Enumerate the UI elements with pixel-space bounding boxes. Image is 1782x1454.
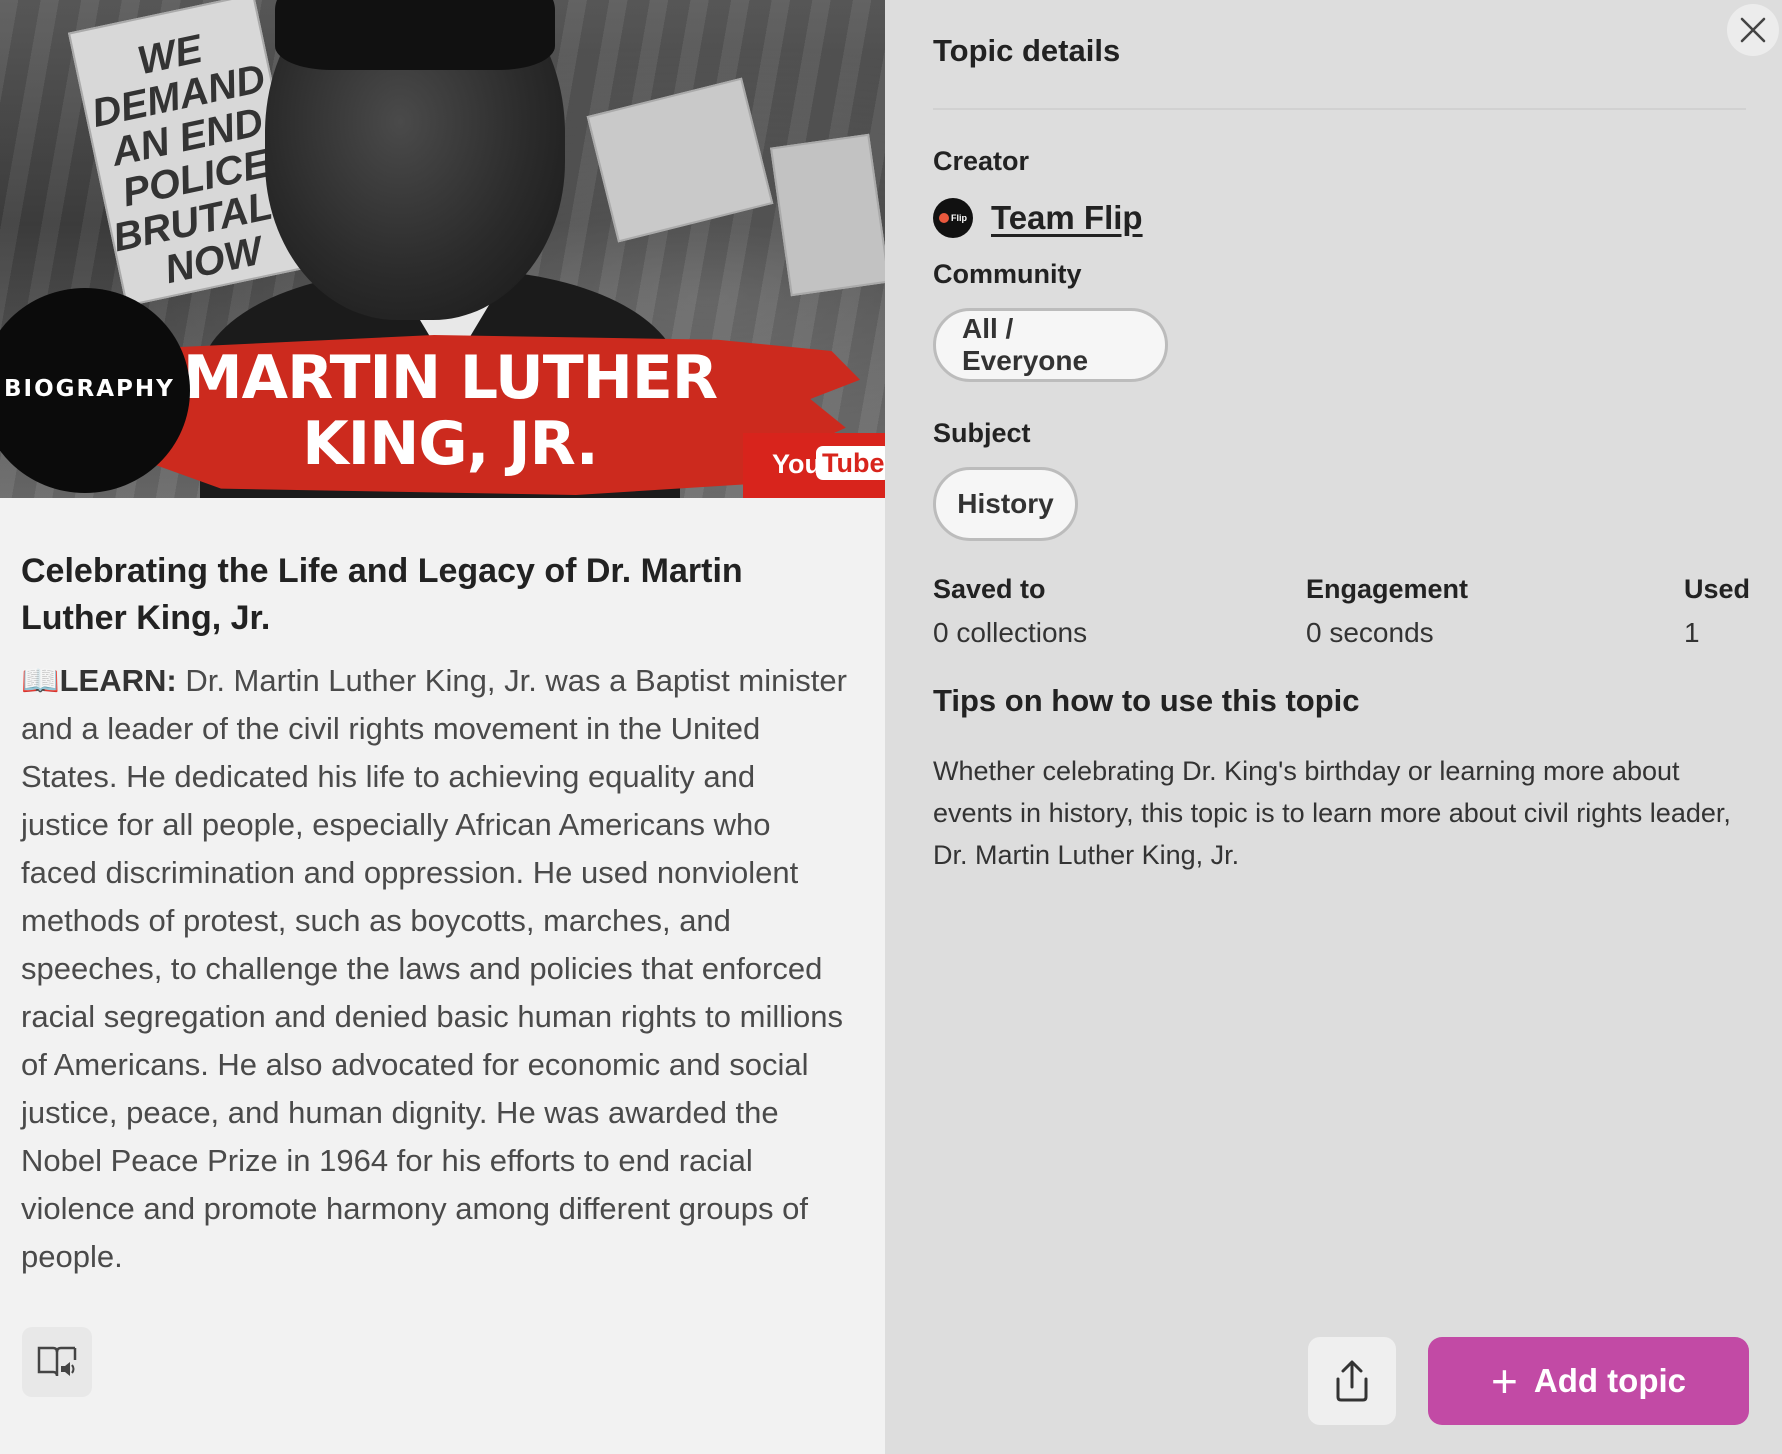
book-emoji-icon: 📖	[21, 663, 60, 698]
creator-link[interactable]: Team Flip	[991, 199, 1143, 237]
add-topic-button[interactable]: + Add topic	[1428, 1337, 1749, 1425]
biography-logo-text: BIOGRAPHY	[4, 376, 175, 402]
add-topic-label: Add topic	[1533, 1362, 1687, 1399]
thumbnail-title: MARTIN LUTHER KING, JR.	[170, 345, 730, 477]
share-icon	[1336, 1360, 1368, 1402]
subject-label: Subject	[933, 418, 1031, 448]
immersive-reader-icon	[37, 1346, 77, 1377]
close-button[interactable]	[1727, 4, 1779, 56]
used-value: 1	[1684, 617, 1700, 648]
divider	[933, 108, 1746, 110]
creator-row: Flip Team Flip	[933, 198, 1143, 238]
topic-title: Celebrating the Life and Legacy of Dr. M…	[21, 552, 743, 637]
topic-thumbnail[interactable]: WE DEMAND AN END POLICE BRUTALITY NOW MA…	[0, 0, 885, 498]
subject-chip[interactable]: History	[933, 467, 1078, 541]
protest-sign	[770, 133, 885, 297]
description-text: Dr. Martin Luther King, Jr. was a Baptis…	[21, 663, 847, 1274]
engagement-label: Engagement	[1306, 574, 1469, 604]
saved-to-value: 0 collections	[933, 617, 1088, 648]
youtube-logo-tube: Tube	[816, 446, 885, 480]
creator-label: Creator	[933, 146, 1030, 176]
community-chip[interactable]: All / Everyone	[933, 308, 1168, 382]
immersive-reader-button[interactable]	[22, 1327, 92, 1397]
share-button[interactable]	[1308, 1337, 1396, 1425]
thumbnail-title-line2: KING, JR.	[302, 409, 598, 479]
plus-icon: +	[1490, 1355, 1518, 1407]
engagement-value: 0 seconds	[1306, 617, 1434, 648]
topic-preview-panel: WE DEMAND AN END POLICE BRUTALITY NOW MA…	[0, 0, 885, 1454]
topic-details-heading: Topic details	[933, 33, 1121, 68]
thumbnail-title-line1: MARTIN LUTHER	[182, 343, 718, 413]
topic-description: 📖LEARN: Dr. Martin Luther King, Jr. was …	[21, 657, 851, 1281]
learn-label: LEARN:	[59, 663, 177, 698]
saved-to-label: Saved to	[933, 574, 1046, 604]
tips-heading: Tips on how to use this topic	[933, 683, 1360, 718]
used-label: Used	[1684, 574, 1751, 604]
community-label: Community	[933, 259, 1082, 289]
youtube-logo-you: You	[772, 449, 821, 479]
portrait-hair	[275, 0, 555, 70]
close-icon	[1740, 17, 1766, 43]
tips-text: Whether celebrating Dr. King's birthday …	[933, 756, 1731, 870]
flip-logo-icon: Flip	[933, 198, 973, 238]
